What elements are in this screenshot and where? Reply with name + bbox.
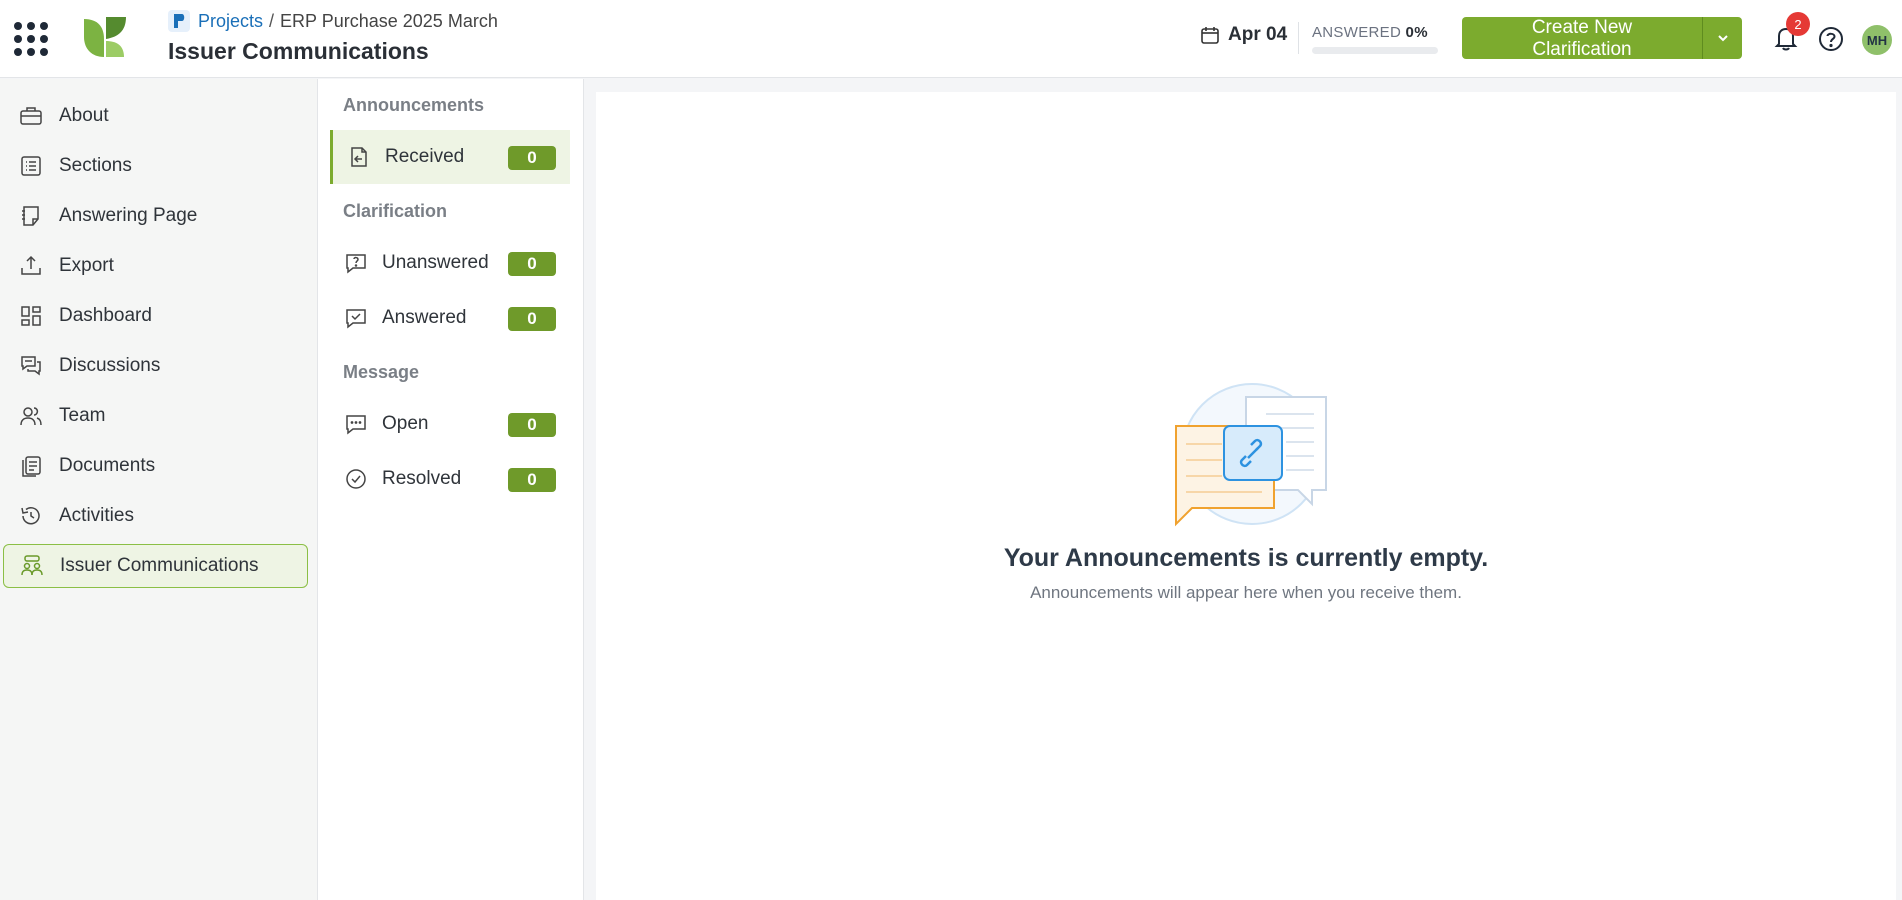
avatar[interactable]: MH <box>1862 25 1892 55</box>
team-icon <box>20 407 42 426</box>
sidebar-item-dashboard[interactable]: Dashboard <box>3 294 308 338</box>
filter-label: Open <box>382 413 429 434</box>
answered-label: ANSWERED <box>1312 24 1402 41</box>
check-circle-icon <box>346 469 366 489</box>
answered-progress-bar <box>1312 47 1438 54</box>
sidebar-item-sections[interactable]: Sections <box>3 144 308 188</box>
check-message-icon <box>346 309 366 329</box>
sidebar-item-label: Sections <box>59 155 132 176</box>
upload-icon <box>21 255 41 275</box>
issuer-comms-icon <box>21 555 43 576</box>
sidebar: About Sections Answering Page Export Das… <box>0 79 318 900</box>
top-bar: Projects / ERP Purchase 2025 March Issue… <box>0 0 1902 78</box>
sidebar-item-label: Dashboard <box>59 305 152 326</box>
count-badge: 0 <box>508 468 556 492</box>
empty-state-subtitle: Announcements will appear here when you … <box>1030 583 1462 602</box>
divider <box>1298 22 1299 54</box>
list-icon <box>21 156 41 176</box>
sidebar-item-team[interactable]: Team <box>3 394 308 438</box>
sidebar-item-discussions[interactable]: Discussions <box>3 344 308 388</box>
communications-panel: Announcements Received 0 Clarification U… <box>318 79 584 900</box>
sidebar-item-label: About <box>59 105 109 126</box>
history-icon <box>21 507 40 525</box>
breadcrumb-separator: / <box>269 10 275 31</box>
filter-resolved[interactable]: Resolved 0 <box>330 452 570 506</box>
create-options-dropdown[interactable] <box>1702 17 1742 59</box>
app-grid-icon[interactable] <box>14 22 48 56</box>
count-badge: 0 <box>508 307 556 331</box>
filter-label: Received <box>385 146 465 167</box>
question-message-icon <box>346 254 366 274</box>
due-date-text: Apr 04 <box>1228 24 1288 45</box>
sidebar-item-activities[interactable]: Activities <box>3 494 308 538</box>
filter-answered[interactable]: Answered 0 <box>330 291 570 345</box>
help-icon[interactable] <box>1817 25 1845 53</box>
chevron-down-icon <box>1717 35 1728 42</box>
message-heading: Message <box>343 362 420 382</box>
empty-state-title: Your Announcements is currently empty. <box>1003 544 1489 572</box>
sidebar-item-issuer-communications[interactable]: Issuer Communications <box>3 544 308 588</box>
sidebar-item-label: Team <box>59 405 106 426</box>
calendar-icon <box>1201 27 1219 44</box>
sidebar-item-answering-page[interactable]: Answering Page <box>3 194 308 238</box>
sidebar-item-label: Activities <box>59 505 134 526</box>
sidebar-item-label: Answering Page <box>59 205 198 226</box>
breadcrumb-current[interactable]: ERP Purchase 2025 March <box>280 11 498 32</box>
filter-received[interactable]: Received 0 <box>330 130 570 184</box>
sidebar-item-label: Issuer Communications <box>60 555 259 576</box>
filter-label: Resolved <box>382 468 462 489</box>
answered-progress: ANSWERED 0% <box>1312 24 1438 54</box>
content-area: Your Announcements is currently empty. A… <box>596 92 1896 900</box>
empty-chat-illustration <box>1175 383 1327 527</box>
dashboard-icon <box>21 306 41 326</box>
sidebar-item-label: Documents <box>59 455 156 476</box>
clarification-heading: Clarification <box>343 201 448 221</box>
breadcrumb: Projects / ERP Purchase 2025 March <box>168 10 498 32</box>
due-date[interactable]: Apr 04 <box>1200 24 1287 46</box>
notification-badge: 2 <box>1786 12 1810 36</box>
breadcrumb-projects-link[interactable]: Projects <box>198 11 263 32</box>
count-badge: 0 <box>508 146 556 170</box>
sidebar-item-documents[interactable]: Documents <box>3 444 308 488</box>
filter-unanswered[interactable]: Unanswered 0 <box>330 236 570 290</box>
sidebar-item-export[interactable]: Export <box>3 244 308 288</box>
announcements-heading: Announcements <box>343 95 485 115</box>
count-badge: 0 <box>508 252 556 276</box>
chat-icon <box>21 356 41 376</box>
filter-label: Unanswered <box>382 252 489 273</box>
sidebar-item-label: Discussions <box>59 355 161 376</box>
sidebar-item-about[interactable]: About <box>3 94 308 138</box>
message-icon <box>346 415 366 435</box>
page-title: Issuer Communications <box>168 38 429 64</box>
answered-value: 0% <box>1405 24 1428 41</box>
filter-label: Answered <box>382 307 467 328</box>
create-clarification-group: Create New Clarification <box>1462 17 1742 60</box>
project-icon <box>168 10 190 32</box>
create-clarification-button[interactable]: Create New Clarification <box>1462 17 1702 60</box>
logo[interactable] <box>80 13 130 63</box>
inbox-icon <box>351 147 367 167</box>
notebook-icon <box>22 206 39 226</box>
sidebar-item-label: Export <box>59 255 114 276</box>
filter-open[interactable]: Open 0 <box>330 397 570 451</box>
documents-icon <box>22 456 41 477</box>
briefcase-icon <box>20 107 42 125</box>
count-badge: 0 <box>508 413 556 437</box>
